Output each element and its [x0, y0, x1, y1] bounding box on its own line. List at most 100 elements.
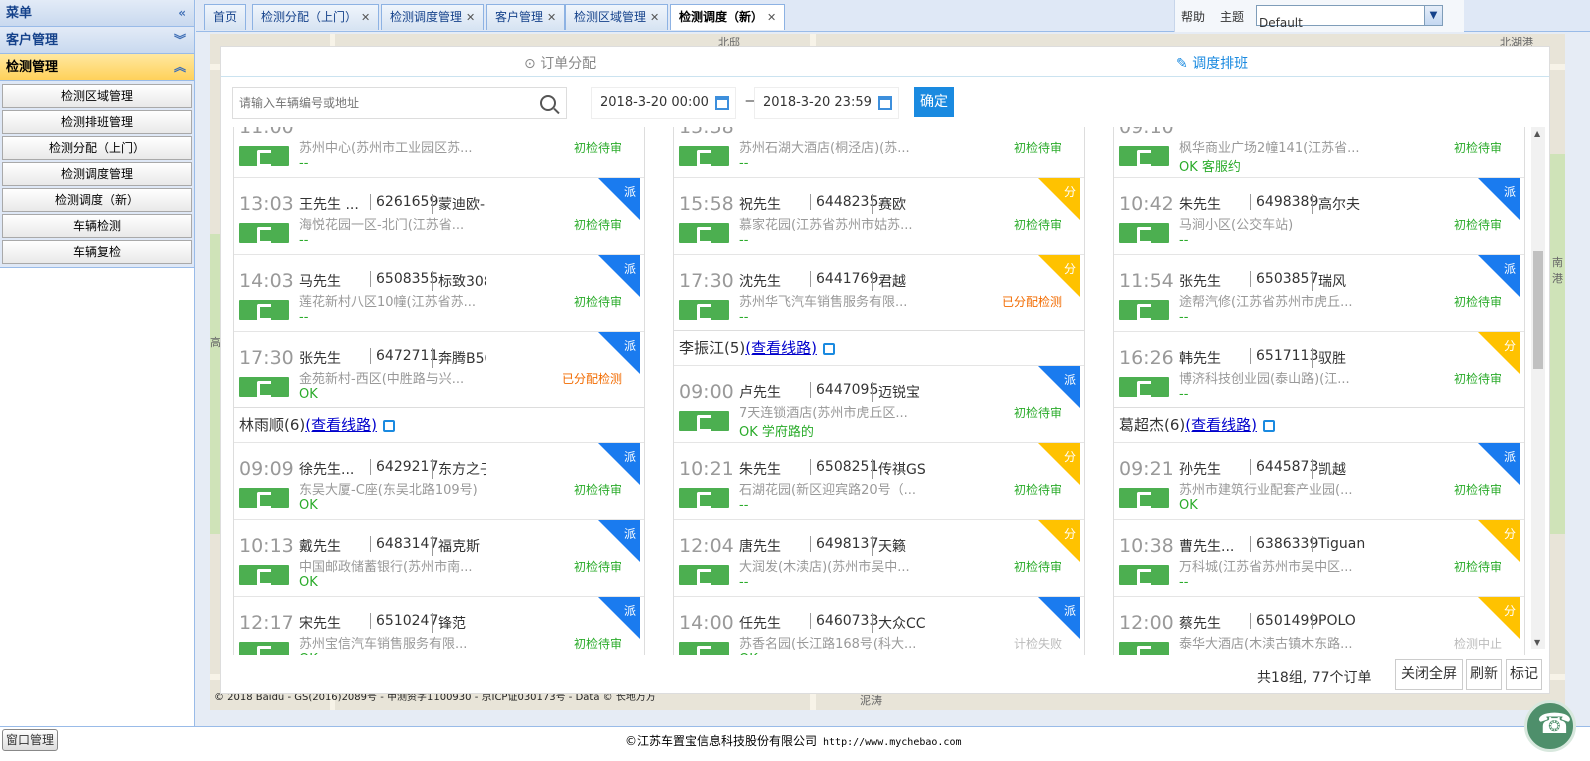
tab-assign[interactable]: 检测分配（上门） ✕	[252, 4, 380, 30]
close-fullscreen-button[interactable]: 关闭全屏	[1395, 659, 1463, 690]
company-url[interactable]: http://www.mychebao.com	[823, 737, 961, 748]
tab-dispatch-new[interactable]: 检测调度（新） ✕	[670, 4, 786, 30]
order-card[interactable]: 12:00 蔡先生 6501499 POLO 泰华大酒店(木渎古镇木东路... 检测中止分	[1114, 596, 1524, 655]
scroll-down-icon[interactable]: ▼	[1534, 638, 1540, 647]
section-inspection[interactable]: 检测管理 ︽	[0, 54, 194, 81]
section-customer[interactable]: 客户管理 ︾	[0, 27, 194, 54]
close-icon[interactable]: ✕	[361, 11, 370, 24]
order-address: 苏州中心(苏州市工业园区苏...	[299, 141, 473, 156]
phone-icon[interactable]	[1119, 300, 1169, 321]
order-card[interactable]: 11:54 张先生 6503857 瑞风 途帮汽修(江苏省苏州市虎丘... -- 初检待审派	[1114, 254, 1524, 331]
order-card[interactable]: 11:00 苏州中心(苏州市工业园区苏... -- 初检待审	[234, 127, 644, 177]
end-date-field[interactable]: 2018-3-20 23:59	[754, 87, 899, 119]
scroll-up-icon[interactable]: ▲	[1534, 129, 1540, 138]
tab-customer[interactable]: 客户管理 ✕	[486, 4, 566, 30]
phone-icon[interactable]	[1119, 377, 1169, 398]
phone-icon[interactable]	[239, 223, 289, 244]
order-card[interactable]: 09:09 徐先生... 6429217东方之子东吴大厦-C座(东吴北路109号)O…	[234, 442, 644, 519]
view-route-link[interactable]: (查看线路)	[305, 416, 377, 434]
order-card[interactable]: 09:10 枫华商业广场2幢141(江苏省... OK 客服约 初检待审	[1114, 127, 1524, 177]
close-icon[interactable]: ✕	[767, 11, 776, 24]
order-card[interactable]: 14:03马先生6508355标致308莲花新村八区10幢(江苏省苏...--初…	[234, 254, 644, 331]
order-card[interactable]: 16:26 韩先生 6517113 驭胜 博济科技创业园(泰山路)(江... -- 初检待审…	[1114, 331, 1524, 408]
phone-icon[interactable]	[239, 642, 289, 655]
search-icon[interactable]	[540, 95, 556, 111]
phone-icon[interactable]	[239, 377, 289, 398]
close-icon[interactable]: ✕	[650, 11, 659, 24]
chevron-up-icon[interactable]: ︽	[174, 54, 186, 81]
order-card[interactable]: 09:00 卢先生 6447095 迈锐宝 7天连锁酒店(苏州市虎丘区... OK 学府路…	[674, 365, 1084, 442]
chevron-down-icon[interactable]: ︾	[174, 27, 186, 54]
menu-item-area[interactable]: 检测区域管理	[2, 84, 192, 108]
tab-order-assign[interactable]: ⊙ 订单分配	[524, 53, 596, 73]
menu-item-dispatch-new[interactable]: 检测调度（新）	[2, 188, 192, 212]
calendar-icon[interactable]	[715, 96, 729, 110]
menu-item-schedule[interactable]: 检测排班管理	[2, 110, 192, 134]
tab-dispatch[interactable]: 检测调度管理 ✕	[381, 4, 485, 30]
tab-schedule[interactable]: ✎ 调度排班	[1176, 53, 1248, 73]
theme-select[interactable]: Default ▼	[1256, 5, 1443, 30]
chevron-down-icon[interactable]: ▼	[1424, 6, 1442, 25]
customer-name: 王先生 ...	[299, 197, 359, 213]
view-route-link[interactable]: (查看线路)	[745, 339, 817, 357]
phone-icon[interactable]	[239, 488, 289, 509]
phone-icon[interactable]	[239, 300, 289, 321]
order-card[interactable]: 15:58 祝先生 6448235 赛欧 慕家花园(江苏省苏州市姑苏... -- 初检待审分	[674, 177, 1084, 254]
phone-icon[interactable]	[679, 488, 729, 509]
tab-area[interactable]: 检测区域管理 ✕	[565, 4, 669, 30]
collapse-left-icon[interactable]: «	[178, 0, 186, 27]
bus-icon[interactable]	[822, 342, 835, 355]
confirm-button[interactable]: 确定	[914, 87, 954, 117]
order-card[interactable]: 14:00任先生6460733大众CC苏香名园(长江路168号(科大...OK计…	[674, 596, 1084, 655]
bus-icon[interactable]	[1262, 419, 1275, 432]
search-input[interactable]	[233, 88, 533, 118]
menu-header[interactable]: 菜单 «	[0, 0, 194, 27]
scroll-thumb[interactable]	[1533, 251, 1543, 369]
bus-icon[interactable]	[382, 419, 395, 432]
menu-item-dispatch[interactable]: 检测调度管理	[2, 162, 192, 186]
order-address: 博济科技创业园(泰山路)(江...	[1179, 372, 1350, 387]
phone-icon[interactable]	[1119, 642, 1169, 655]
order-card[interactable]: 15:58 苏州石湖大酒店(桐泾店)(苏... -- 初检待审	[674, 127, 1084, 177]
order-card[interactable]: 17:30张先生6472711奔腾B50金苑新村-西区(中胜路与兴...OK已分…	[234, 331, 644, 408]
order-card[interactable]: 10:21 朱先生 6508251 传祺GS 石湖花园(新区迎宾路20号（... -- 初检…	[674, 442, 1084, 519]
menu-item-recheck[interactable]: 车辆复检	[2, 240, 192, 264]
order-card[interactable]: 09:21 孙先生 6445873 凯越 苏州市建筑行业配套产业园(... OK 初检待审派	[1114, 442, 1524, 519]
window-management-button[interactable]: 窗口管理	[2, 729, 58, 751]
phone-icon[interactable]	[1119, 223, 1169, 244]
start-date-field[interactable]: 2018-3-20 00:00	[591, 87, 736, 119]
refresh-button[interactable]: 刷新	[1466, 659, 1502, 690]
calendar-icon[interactable]	[878, 96, 892, 110]
customer-name: 蔡先生	[1179, 616, 1221, 632]
menu-item-assign[interactable]: 检测分配（上门）	[2, 136, 192, 160]
order-note: --	[1179, 575, 1189, 590]
tab-home[interactable]: 首页	[204, 4, 247, 30]
order-address: 马涧小区(公交车站)	[1179, 218, 1294, 233]
order-card[interactable]: 12:17宋先生6510247锋范苏州宝信汽车销售服务有限...OK初检待审派	[234, 596, 644, 655]
order-card[interactable]: 17:30 沈先生 6441769 君越 苏州华飞汽车销售服务有限... -- 已分配检测分	[674, 254, 1084, 331]
phone-icon[interactable]	[679, 642, 729, 655]
close-icon[interactable]: ✕	[466, 11, 475, 24]
view-route-link[interactable]: (查看线路)	[1185, 416, 1257, 434]
order-card[interactable]: 10:13 戴先生 6483147 福克斯 中国邮政储蓄银行(苏州市南... OK 初检待审…	[234, 519, 644, 596]
close-icon[interactable]: ✕	[547, 11, 556, 24]
phone-icon[interactable]	[679, 146, 729, 167]
phone-icon[interactable]	[239, 565, 289, 586]
phone-icon[interactable]	[1119, 565, 1169, 586]
phone-icon[interactable]	[679, 411, 729, 432]
order-card[interactable]: 10:42 朱先生 6498389 高尔夫 马涧小区(公交车站) -- 初检待审派	[1114, 177, 1524, 254]
phone-icon[interactable]	[239, 146, 289, 167]
help-link[interactable]: 帮助	[1181, 8, 1205, 25]
phone-icon[interactable]	[679, 565, 729, 586]
cards-scrollbar[interactable]: ▲ ▼	[1531, 127, 1545, 649]
mark-button[interactable]: 标记	[1506, 659, 1542, 690]
phone-icon[interactable]	[679, 223, 729, 244]
menu-item-vehicle-check[interactable]: 车辆检测	[2, 214, 192, 238]
order-card[interactable]: 10:38 曹先生... 6386339 Tiguan 万科城(江苏省苏州市吴中区...…	[1114, 519, 1524, 596]
phone-icon[interactable]	[1119, 488, 1169, 509]
order-card[interactable]: 13:03 王先生 ... 6261659 蒙迪欧- 海悦花园一区-北门(江苏省... -…	[234, 177, 644, 254]
phone-icon[interactable]	[1119, 146, 1169, 167]
phone-icon[interactable]	[679, 300, 729, 321]
order-card[interactable]: 12:04 唐先生 6498137 天籁 大润发(木渎店)(苏州市吴中... -- 初检待审…	[674, 519, 1084, 596]
phone-call-icon[interactable]	[1524, 700, 1576, 752]
